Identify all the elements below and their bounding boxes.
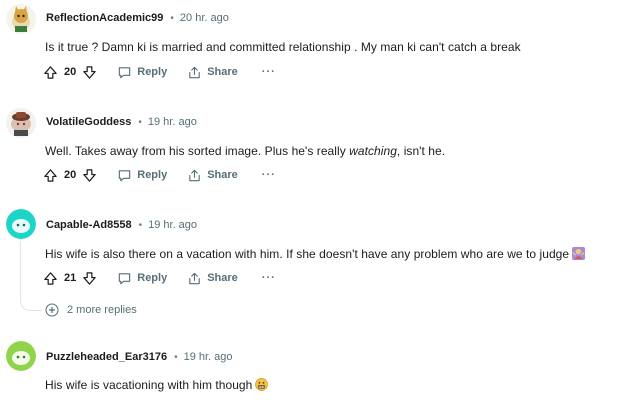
vote-group: 20 <box>43 168 97 183</box>
comment-bubble-icon <box>119 272 131 284</box>
user-avatar[interactable] <box>6 108 36 138</box>
share-icon <box>189 66 200 78</box>
vote-count: 20 <box>64 169 77 181</box>
thread-connector <box>20 299 42 311</box>
share-label: Share <box>207 272 238 284</box>
more-options-button[interactable]: ··· <box>262 169 276 181</box>
timestamp[interactable]: 19 hr. ago <box>148 219 197 231</box>
separator-dot: • <box>174 351 178 363</box>
snoo-avatar-cat-icon <box>6 4 36 34</box>
reply-label: Reply <box>137 272 168 284</box>
comment-body: His wife is also there on a vacation wit… <box>45 247 586 261</box>
comment-body: Is it true ? Damn ki is married and comm… <box>45 40 521 54</box>
share-icon <box>189 272 200 284</box>
comment-body: His wife is vacationing with him though <box>45 378 269 392</box>
plus-circle-icon <box>45 303 59 317</box>
share-button[interactable]: Share <box>187 65 238 80</box>
timestamp[interactable]: 20 hr. ago <box>180 12 229 24</box>
more-options-button[interactable]: ··· <box>262 66 276 78</box>
body-text: His wife is vacationing with him though <box>45 378 253 392</box>
separator-dot: • <box>138 116 142 128</box>
comment-meta: ReflectionAcademic99 • 20 hr. ago <box>46 12 229 24</box>
upvote-icon[interactable] <box>43 65 58 80</box>
vote-group: 20 <box>43 65 97 80</box>
reply-button[interactable]: Reply <box>117 65 167 80</box>
comment-bubble-icon <box>119 66 131 78</box>
snoo-avatar-teal-icon <box>6 209 36 239</box>
user-avatar[interactable] <box>6 341 36 371</box>
snoo-avatar-green-icon <box>6 341 36 371</box>
separator-dot: • <box>138 219 143 231</box>
body-text-start: Well. Takes away from his sorted image. … <box>45 144 350 158</box>
comment-actions: 20 Reply Share ··· <box>43 165 276 185</box>
share-button[interactable]: Share <box>187 271 238 286</box>
share-button[interactable]: Share <box>187 168 238 183</box>
separator-dot: • <box>170 12 174 24</box>
comment-actions: 20 Reply Share ··· <box>43 62 276 82</box>
comment-meta: VolatileGoddess • 19 hr. ago <box>46 116 197 128</box>
downvote-icon[interactable] <box>82 271 97 286</box>
more-options-button[interactable]: ··· <box>262 272 276 284</box>
downvote-icon[interactable] <box>82 65 97 80</box>
person-gesturing-emoji-icon <box>572 247 586 260</box>
timestamp[interactable]: 19 hr. ago <box>148 116 197 128</box>
body-text-emphasis: watching <box>349 144 397 158</box>
thread-line <box>20 241 21 299</box>
more-replies-button[interactable]: 2 more replies <box>45 303 137 317</box>
reply-label: Reply <box>137 169 168 181</box>
grimacing-face-emoji-icon <box>255 378 269 391</box>
comment-bubble-icon <box>119 169 131 181</box>
reply-button[interactable]: Reply <box>117 271 167 286</box>
share-icon <box>189 169 200 181</box>
username[interactable]: Capable-Ad8558 <box>46 219 132 231</box>
reply-button[interactable]: Reply <box>117 168 167 183</box>
more-replies-label: 2 more replies <box>67 304 137 316</box>
timestamp[interactable]: 19 hr. ago <box>184 351 233 363</box>
snoo-avatar-hat-icon <box>6 108 36 138</box>
share-label: Share <box>207 66 238 78</box>
comment-meta: Puzzleheaded_Ear3176 • 19 hr. ago <box>46 351 233 363</box>
upvote-icon[interactable] <box>43 168 58 183</box>
username[interactable]: ReflectionAcademic99 <box>46 12 163 24</box>
username[interactable]: VolatileGoddess <box>46 116 131 128</box>
user-avatar[interactable] <box>6 4 36 34</box>
downvote-icon[interactable] <box>82 168 97 183</box>
share-label: Share <box>207 169 238 181</box>
comment-body: Well. Takes away from his sorted image. … <box>45 144 445 158</box>
vote-count: 21 <box>64 272 77 284</box>
reply-label: Reply <box>137 66 168 78</box>
user-avatar[interactable] <box>6 209 36 239</box>
comment-meta: Capable-Ad8558 • 19 hr. ago <box>46 219 197 231</box>
body-text-end: , isn't he. <box>396 144 446 158</box>
body-text: His wife is also there on a vacation wit… <box>45 247 570 261</box>
comment-actions: 21 Reply Share ··· <box>43 268 276 288</box>
vote-count: 20 <box>64 66 77 78</box>
upvote-icon[interactable] <box>43 271 58 286</box>
vote-group: 21 <box>43 271 97 286</box>
username[interactable]: Puzzleheaded_Ear3176 <box>46 351 167 363</box>
